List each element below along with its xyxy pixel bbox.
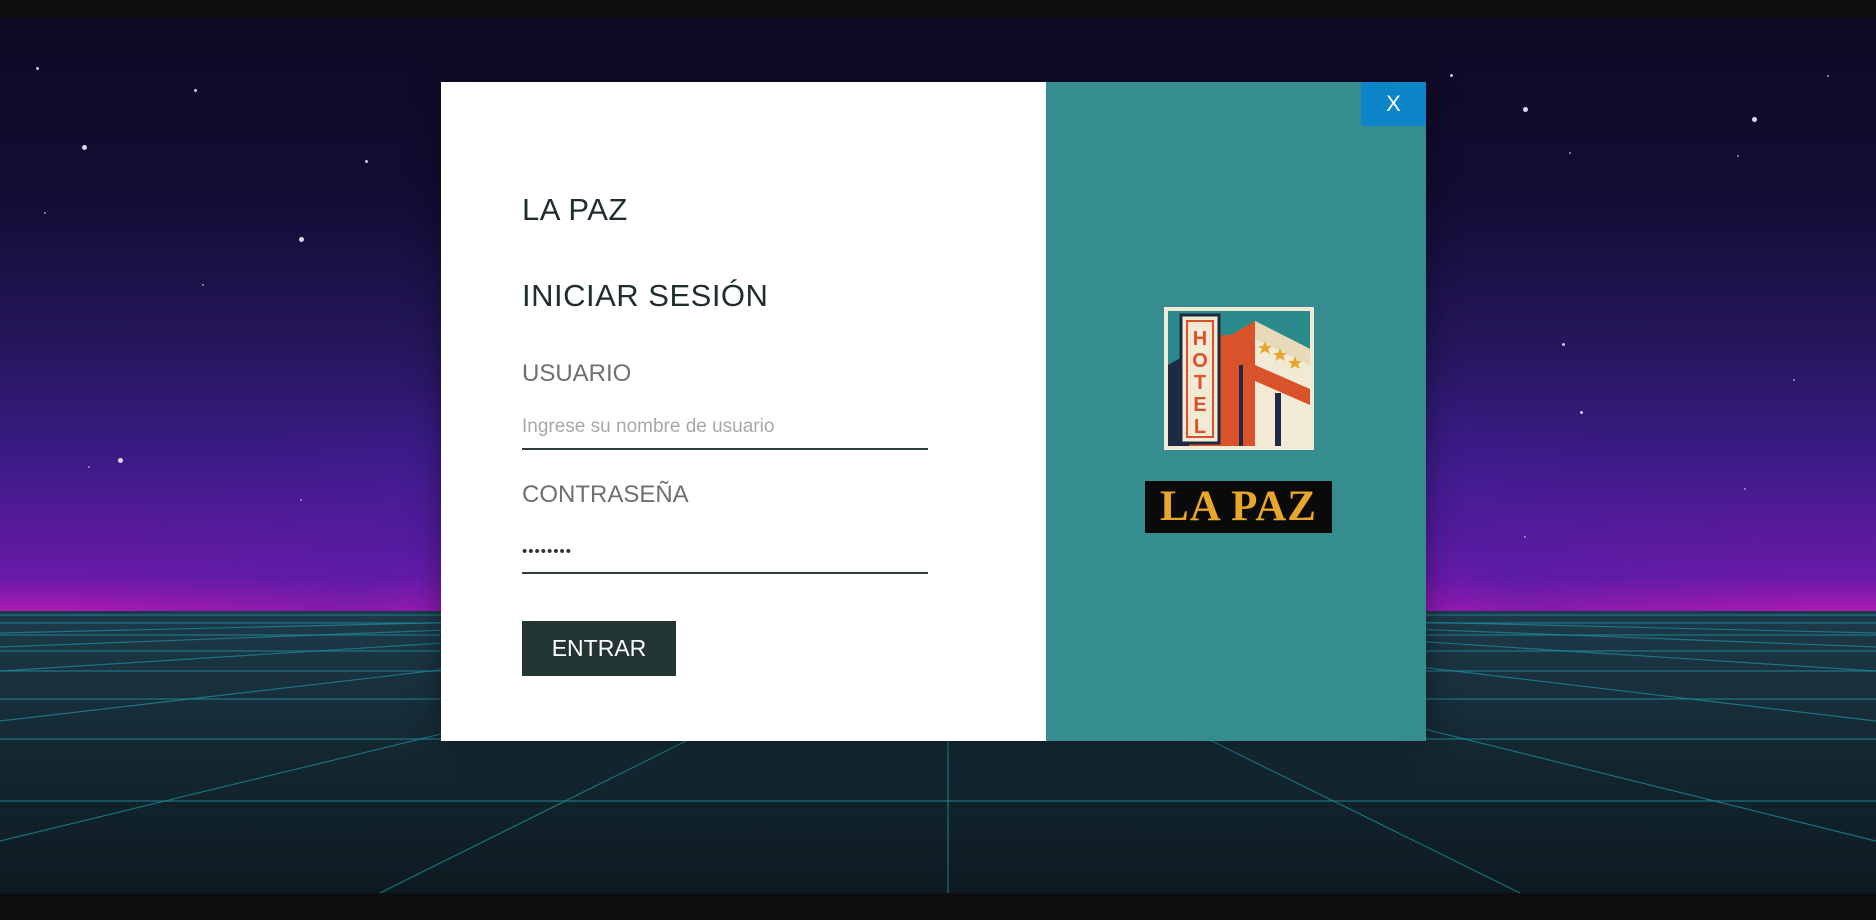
password-label: CONTRASEÑA xyxy=(522,481,689,508)
star xyxy=(82,145,87,150)
star xyxy=(365,160,368,163)
star xyxy=(118,458,123,463)
login-button[interactable]: ENTRAR xyxy=(522,621,676,676)
svg-text:O: O xyxy=(1192,350,1208,372)
hotel-logo: H O T E L LA PAZ xyxy=(1145,305,1332,533)
svg-text:T: T xyxy=(1194,372,1206,394)
svg-text:E: E xyxy=(1193,394,1206,416)
svg-text:L: L xyxy=(1194,416,1206,438)
login-heading: INICIAR SESIÓN xyxy=(522,278,769,313)
top-letterbox-bar xyxy=(0,0,1876,18)
star xyxy=(1744,488,1746,490)
star xyxy=(1827,75,1829,77)
star xyxy=(1523,107,1528,112)
svg-text:H: H xyxy=(1193,328,1207,350)
star xyxy=(44,212,46,214)
star xyxy=(300,499,302,501)
hotel-building-icon: H O T E L xyxy=(1145,305,1332,480)
brand-panel: X H O T E L LA PAZ xyxy=(1046,82,1426,741)
star xyxy=(194,89,197,92)
logo-name-plate: LA PAZ xyxy=(1145,481,1332,533)
star xyxy=(1562,343,1565,346)
star xyxy=(88,466,90,468)
username-label: USUARIO xyxy=(522,360,632,387)
star xyxy=(1450,74,1453,77)
username-input[interactable] xyxy=(522,406,928,450)
star xyxy=(1752,117,1757,122)
star xyxy=(36,67,39,70)
login-form-panel: LA PAZ INICIAR SESIÓN USUARIO CONTRASEÑA… xyxy=(441,82,1046,741)
star xyxy=(1580,411,1583,414)
star xyxy=(1524,536,1526,538)
brand-title: LA PAZ xyxy=(522,192,628,227)
close-button[interactable]: X xyxy=(1361,82,1426,126)
star xyxy=(299,237,304,242)
login-modal: LA PAZ INICIAR SESIÓN USUARIO CONTRASEÑA… xyxy=(441,82,1426,741)
star xyxy=(1569,152,1571,154)
password-input[interactable] xyxy=(522,530,928,574)
star xyxy=(202,284,204,286)
star xyxy=(1737,155,1739,157)
bottom-letterbox-bar xyxy=(0,893,1876,920)
star xyxy=(1793,379,1795,381)
app-window: LA PAZ INICIAR SESIÓN USUARIO CONTRASEÑA… xyxy=(0,0,1876,920)
